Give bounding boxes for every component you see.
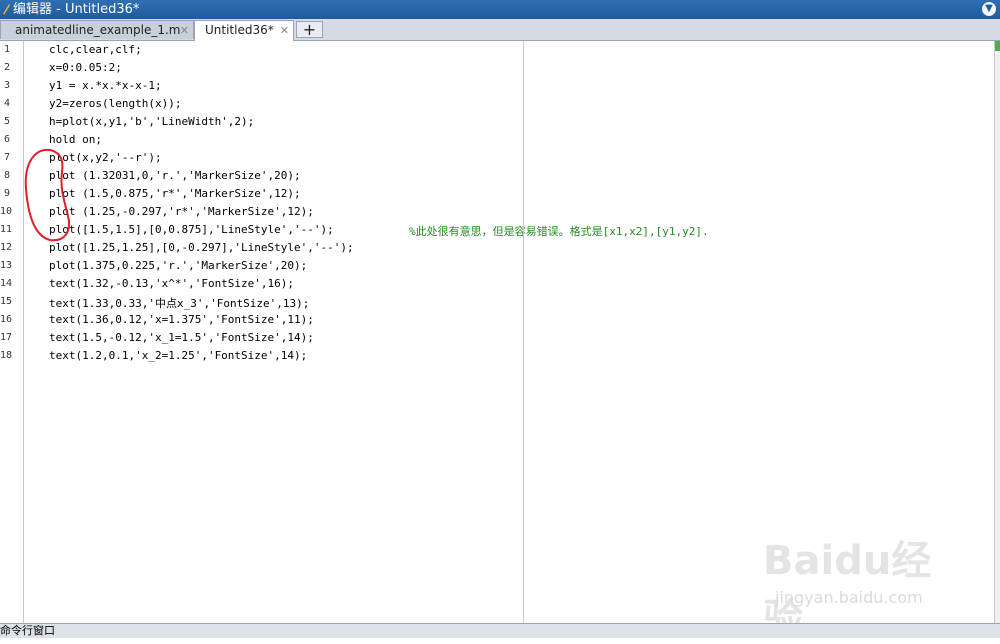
line-number: 15 — [0, 296, 13, 307]
line-number: 14 — [0, 278, 13, 289]
line-number: 8 — [3, 170, 10, 181]
code-line: y2=zeros(length(x)); — [49, 97, 182, 110]
line-number: 6 — [3, 134, 10, 145]
editor-app-icon — [2, 4, 10, 16]
tab-untitled36[interactable]: Untitled36* ✕ — [194, 20, 294, 41]
tab-label: animatedline_example_1.m — [15, 23, 181, 37]
window-menu-icon[interactable]: ▼ — [982, 2, 996, 16]
line-number: 1 — [3, 44, 10, 55]
line-number: 5 — [3, 116, 10, 127]
code-line: hold on; — [49, 133, 102, 146]
line-number-gutter: 1 2 3 4 5 6 7 8 9 10 11 12 13 14 15 16 1… — [0, 41, 24, 623]
code-line: plot([1.25,1.25],[0,-0.297],'LineStyle',… — [49, 241, 354, 254]
new-tab-button[interactable]: + — [296, 21, 323, 38]
line-number: 4 — [3, 98, 10, 109]
line-number: 13 — [0, 260, 13, 271]
line-number: 3 — [3, 80, 10, 91]
command-window-bar[interactable]: 命令行窗口 — [0, 623, 1000, 638]
line-number: 10 — [0, 206, 13, 217]
code-line: text(1.2,0.1,'x_2=1.25','FontSize',14); — [49, 349, 308, 362]
line-number: 16 — [0, 314, 13, 325]
line-number: 11 — [0, 224, 13, 235]
code-line: text(1.36,0.12,'x=1.375','FontSize',11); — [49, 313, 314, 326]
line-number: 18 — [0, 350, 13, 361]
code-comment: %此处很有意思，但是容易错误。格式是[x1,x2],[y1,y2]. — [409, 225, 709, 238]
line-number: 9 — [3, 188, 10, 199]
baidu-watermark: Baidu经验 jingyan.baidu.com — [763, 528, 953, 642]
close-icon[interactable]: ✕ — [180, 21, 189, 40]
code-line: text(1.5,-0.12,'x_1=1.5','FontSize',14); — [49, 331, 314, 344]
tab-label: Untitled36* — [205, 23, 274, 37]
scroll-status-marker — [995, 41, 1000, 51]
code-line: text(1.32,-0.13,'x^*','FontSize',16); — [49, 277, 295, 290]
code-line: plot (1.32031,0,'r.','MarkerSize',20); — [49, 169, 301, 182]
close-icon[interactable]: ✕ — [280, 21, 289, 40]
code-line: y1 = x.*x.*x-x-1; — [49, 79, 162, 92]
code-line: text(1.33,0.33,'中点x_3','FontSize',13); — [49, 297, 310, 310]
command-window-label: 命令行窗口 — [0, 624, 55, 637]
line-number: 2 — [3, 62, 10, 73]
code-line: plot(1.375,0.225,'r.','MarkerSize',20); — [49, 259, 308, 272]
code-line: plot (1.25,-0.297,'r*','MarkerSize',12); — [49, 205, 314, 218]
code-line: plot (1.5,0.875,'r*','MarkerSize',12); — [49, 187, 301, 200]
code-line: h=plot(x,y1,'b','LineWidth',2); — [49, 115, 255, 128]
window-title: 编辑器 - Untitled36* — [13, 2, 140, 17]
title-bar: 编辑器 - Untitled36* ▼ — [0, 0, 1000, 19]
tab-bar: animatedline_example_1.m ✕ Untitled36* ✕… — [0, 19, 1000, 41]
code-line: x=0:0.05:2; — [49, 61, 122, 74]
vertical-scrollbar[interactable] — [994, 41, 1000, 623]
code-line: plot([1.5,1.5],[0,0.875],'LineStyle','--… — [49, 223, 334, 236]
code-line: clc,clear,clf; — [49, 43, 142, 56]
right-margin-line — [523, 41, 524, 623]
line-number: 7 — [3, 152, 10, 163]
tab-animatedline[interactable]: animatedline_example_1.m ✕ — [0, 20, 194, 39]
line-number: 17 — [0, 332, 13, 343]
line-number: 12 — [0, 242, 13, 253]
code-line: plot(x,y2,'--r'); — [49, 151, 162, 164]
watermark-url: jingyan.baidu.com — [775, 588, 923, 607]
